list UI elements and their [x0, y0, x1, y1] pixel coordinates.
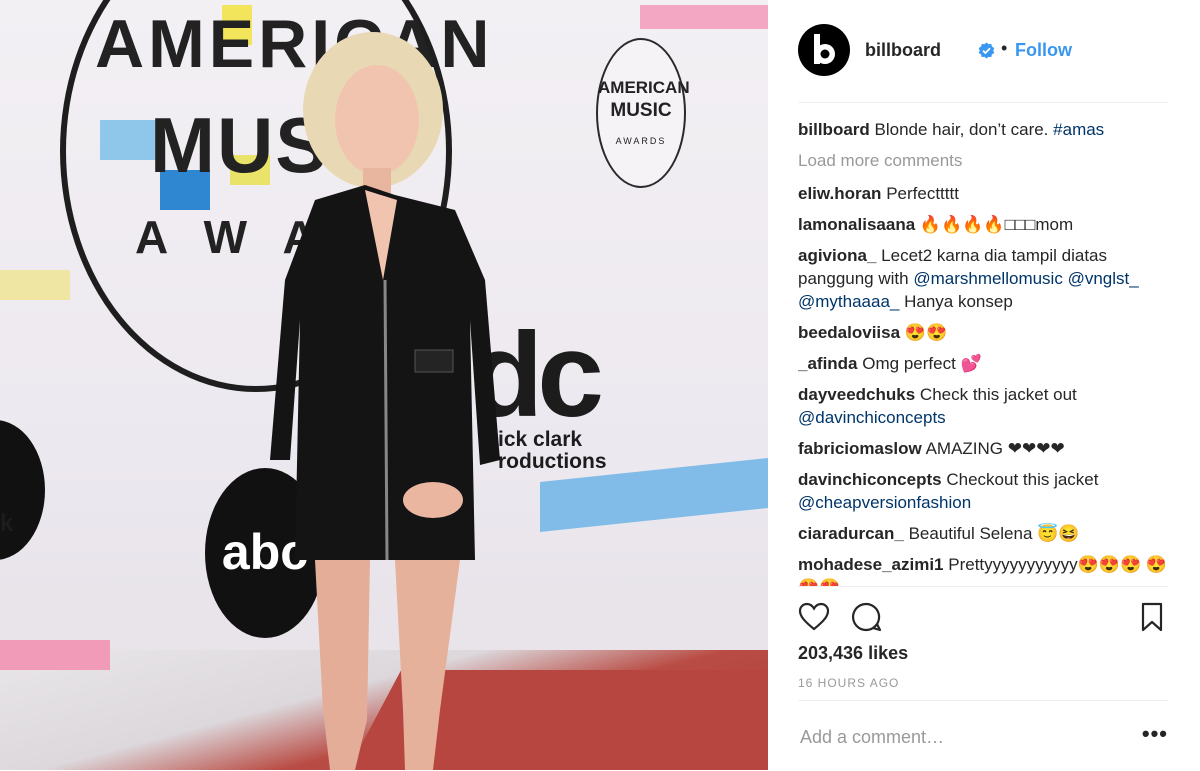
follow-button[interactable]: Follow	[1015, 40, 1072, 61]
comment-username[interactable]: _afinda	[798, 354, 858, 373]
comment-username[interactable]: ciaradurcan_	[798, 524, 904, 543]
add-comment-bar: •••	[798, 700, 1168, 771]
billboard-logo-icon	[814, 34, 835, 64]
ama-logo-text: AWARDS	[615, 136, 667, 146]
comment-icon[interactable]	[850, 601, 882, 633]
heart-icon[interactable]	[798, 601, 830, 633]
likes-count[interactable]: 203,436 likes	[798, 643, 908, 664]
person-figure	[270, 32, 500, 770]
more-options-button[interactable]: •••	[1142, 721, 1168, 747]
post-header: billboard • Follow	[798, 24, 1168, 103]
abc-logo	[0, 420, 45, 560]
comment-text: Check this jacket out	[919, 385, 1077, 404]
comment-item: eliw.horan Perfecttttt	[798, 182, 1168, 205]
post-timestamp[interactable]: 16 HOURS AGO	[798, 676, 899, 690]
comment-username[interactable]: eliw.horan	[798, 184, 881, 203]
comment-item: davinchiconcepts Checkout this jacket @c…	[798, 468, 1168, 514]
comment-item: fabriciomaslow AMAZING ❤❤❤❤	[798, 437, 1168, 460]
comment-username[interactable]: fabriciomaslow	[798, 439, 922, 458]
comment-text: Perfecttttt	[886, 184, 959, 203]
caption: billboard Blonde hair, don’t care. #amas	[798, 118, 1168, 141]
comment-text: Hanya konsep	[904, 292, 1013, 311]
post-side-panel: billboard • Follow billboard Blonde hair…	[768, 0, 1200, 770]
ama-logo-text: MUSIC	[610, 100, 672, 121]
post-actions	[798, 586, 1168, 647]
comment-item: lamonalisaana 🔥🔥🔥🔥□□□mom	[798, 213, 1168, 236]
comments-list[interactable]: billboard Blonde hair, don’t care. #amas…	[798, 118, 1168, 586]
caption-username[interactable]: billboard	[798, 120, 870, 139]
ama-logo: AMERICAN MUSIC AWARDS	[596, 38, 690, 188]
avatar[interactable]	[798, 24, 850, 76]
comment-username[interactable]: lamonalisaana	[798, 215, 915, 234]
bookmark-icon[interactable]	[1136, 601, 1168, 633]
mention-link[interactable]: @mythaaaa_	[798, 292, 899, 311]
hashtag-link[interactable]: #amas	[1053, 120, 1104, 139]
post-photo[interactable]: AMERICAN MUSI AWA AMERICAN MUSIC AWARDS …	[0, 0, 768, 770]
mention-link[interactable]: @vnglst_	[1068, 269, 1139, 288]
separator-dot: •	[1001, 38, 1008, 58]
comment-username[interactable]: beedaloviisa	[798, 323, 900, 342]
load-more-comments-button[interactable]: Load more comments	[798, 149, 1168, 172]
comment-item: beedaloviisa 😍😍	[798, 321, 1168, 344]
comment-text: AMAZING ❤❤❤❤	[925, 439, 1065, 458]
mention-link[interactable]: @davinchiconcepts	[798, 408, 946, 427]
verified-badge-icon	[978, 42, 995, 59]
backdrop-block	[640, 5, 768, 29]
comment-username[interactable]: dayveedchuks	[798, 385, 915, 404]
comment-item: dayveedchuks Check this jacket out @davi…	[798, 383, 1168, 429]
ama-logo-text: AMERICAN	[598, 78, 690, 97]
comment-username[interactable]: agiviona_	[798, 246, 876, 265]
account-username[interactable]: billboard	[865, 40, 941, 61]
mention-link[interactable]: @cheapversionfashion	[798, 493, 971, 512]
comment-text: 🔥🔥🔥🔥□□□mom	[919, 215, 1074, 234]
comment-username[interactable]: davinchiconcepts	[798, 470, 942, 489]
comment-text: Prettyyyyyyyyyyy😍😍😍	[948, 555, 1142, 574]
backdrop-block	[0, 640, 110, 670]
backdrop-block	[0, 270, 70, 300]
comment-text: Omg perfect 💕	[862, 354, 982, 373]
mention-link[interactable]: @marshmellomusic	[913, 269, 1063, 288]
add-comment-input[interactable]	[798, 723, 1122, 751]
caption-text: Blonde hair, don’t care.	[874, 120, 1049, 139]
comment-item: _afinda Omg perfect 💕	[798, 352, 1168, 375]
comment-text: Beautiful Selena 😇😆	[908, 524, 1080, 543]
comment-item: ciaradurcan_ Beautiful Selena 😇😆	[798, 522, 1168, 545]
comment-username[interactable]: mohadese_azimi1	[798, 555, 944, 574]
comment-item: agiviona_ Lecet2 karna dia tampil diatas…	[798, 244, 1168, 313]
comment-item: mohadese_azimi1 Prettyyyyyyyyyyy😍😍😍 😍😍😍	[798, 553, 1168, 586]
backdrop-text: k	[0, 510, 14, 537]
comment-text: 😍😍	[904, 323, 948, 342]
comment-text: Checkout this jacket	[946, 470, 1099, 489]
